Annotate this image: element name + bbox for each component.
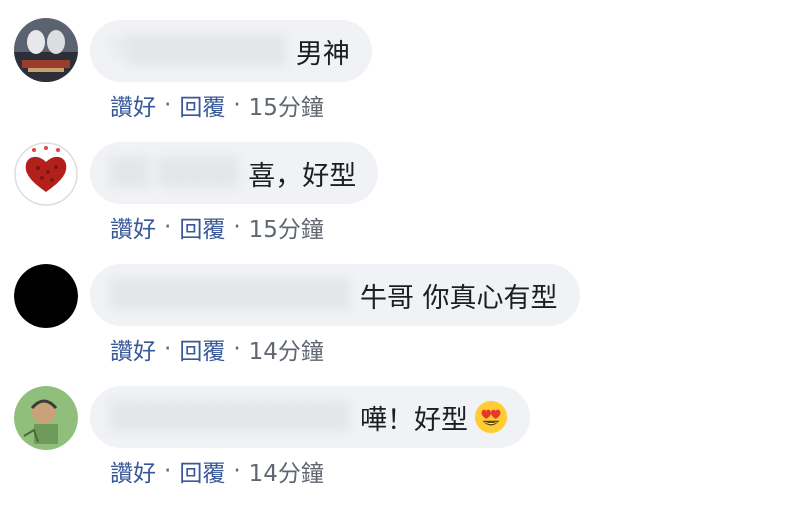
- like-link[interactable]: 讚好: [110, 88, 156, 122]
- comment-actions: 讚好 · 回覆 · 14分鐘: [110, 332, 324, 366]
- reply-link[interactable]: 回覆: [179, 88, 225, 122]
- comment-item: ▒▒ ▒▒▒▒ 喜，好型 讚好 · 回覆 · 15分鐘: [0, 140, 806, 260]
- reply-link[interactable]: 回覆: [179, 210, 225, 244]
- comment-actions: 讚好 · 回覆 · 15分鐘: [110, 88, 324, 122]
- comment-text-content: 嘩！好型: [359, 404, 468, 436]
- reply-link[interactable]: 回覆: [179, 332, 225, 366]
- comment-actions: 讚好 · 回覆 · 14分鐘: [110, 454, 324, 488]
- comment-text: 男神: [295, 38, 350, 70]
- avatar-image: [14, 18, 78, 82]
- separator: ·: [164, 336, 172, 362]
- separator: ·: [233, 214, 241, 240]
- comment-author[interactable]: ▒▒▒▒▒▒▒▒▒▒▒▒: [110, 280, 350, 310]
- reply-link[interactable]: 回覆: [179, 454, 225, 488]
- comment-text: 牛哥 你真心有型: [359, 282, 558, 314]
- comment-item: ▒▒▒▒▒▒▒▒▒▒▒▒ 牛哥 你真心有型 讚好 · 回覆 · 14分鐘: [0, 262, 806, 382]
- comment-item: T▒▒▒▒▒▒▒▒ 男神 讚好 · 回覆 · 15分鐘: [0, 18, 806, 138]
- comment-timestamp[interactable]: 14分鐘: [249, 332, 324, 366]
- comment-author[interactable]: T▒▒▒▒▒▒▒▒: [110, 36, 286, 66]
- comment-text: 嘩！好型: [360, 398, 508, 437]
- comment-timestamp[interactable]: 15分鐘: [249, 210, 324, 244]
- like-link[interactable]: 讚好: [110, 332, 156, 366]
- separator: ·: [233, 92, 241, 118]
- commenter-avatar[interactable]: [14, 386, 78, 450]
- avatar-image: [14, 264, 78, 328]
- commenter-avatar[interactable]: [14, 264, 78, 328]
- commenter-avatar[interactable]: [14, 142, 78, 206]
- heart-eyes-emoji-icon: [474, 400, 508, 434]
- comment-timestamp[interactable]: 14分鐘: [249, 454, 324, 488]
- commenter-avatar[interactable]: [14, 18, 78, 82]
- avatar-image: [14, 142, 78, 206]
- comment-bubble: ▒▒▒▒▒▒▒▒▒▒▒▒ 嘩！好型: [90, 386, 530, 448]
- comment-bubble: ▒▒ ▒▒▒▒ 喜，好型: [90, 142, 379, 204]
- avatar-image: [14, 386, 78, 450]
- separator: ·: [164, 458, 172, 484]
- comment-bubble: ▒▒▒▒▒▒▒▒▒▒▒▒ 牛哥 你真心有型: [90, 264, 580, 326]
- comment-author[interactable]: ▒▒▒▒▒▒▒▒▒▒▒▒: [110, 402, 350, 432]
- separator: ·: [164, 92, 172, 118]
- separator: ·: [164, 214, 172, 240]
- separator: ·: [233, 458, 241, 484]
- comment-bubble: T▒▒▒▒▒▒▒▒ 男神: [90, 20, 372, 82]
- like-link[interactable]: 讚好: [110, 454, 156, 488]
- separator: ·: [233, 336, 241, 362]
- comment-item: ▒▒▒▒▒▒▒▒▒▒▒▒ 嘩！好型 讚好 · 回覆 · 14分鐘: [0, 384, 806, 504]
- like-link[interactable]: 讚好: [110, 210, 156, 244]
- comment-text: 喜，好型: [248, 160, 357, 192]
- comment-timestamp[interactable]: 15分鐘: [249, 88, 324, 122]
- comment-actions: 讚好 · 回覆 · 15分鐘: [110, 210, 324, 244]
- comment-author[interactable]: ▒▒ ▒▒▒▒: [110, 158, 238, 188]
